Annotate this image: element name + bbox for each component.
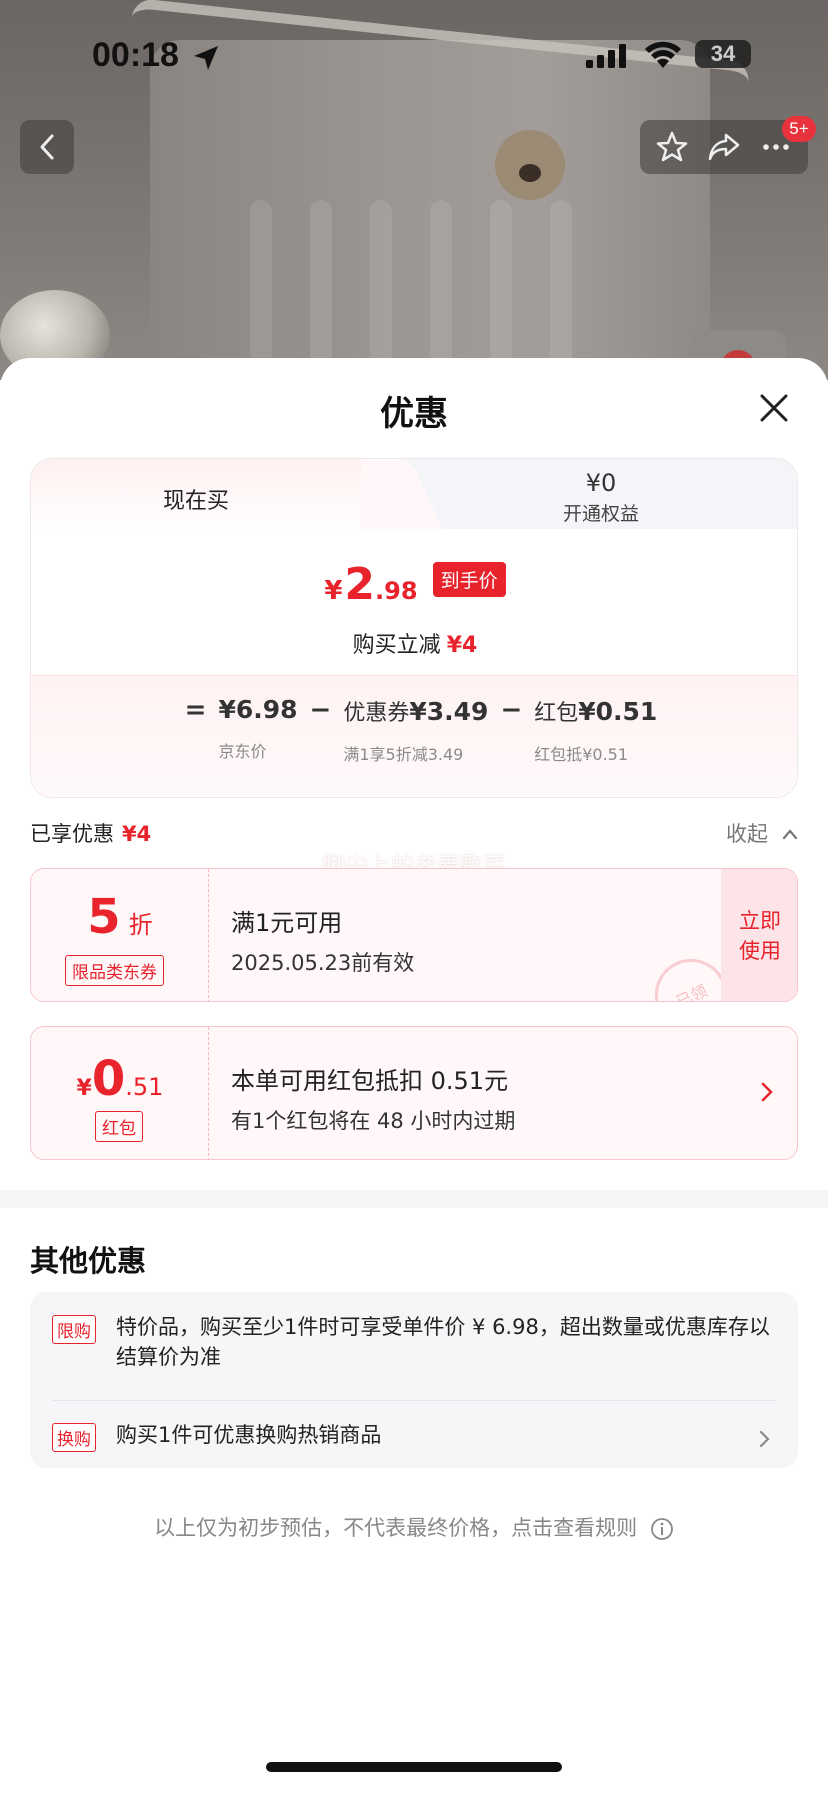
enjoyed-discount-label: 已享优惠 xyxy=(30,822,114,846)
chevron-up-icon xyxy=(782,829,797,840)
formula-coupon-value: ¥3.49 xyxy=(409,697,489,726)
final-price-integer: 2 xyxy=(344,559,376,610)
redpacket-decimal: .51 xyxy=(125,1073,164,1101)
redpacket-value-area: ¥0.51 红包 xyxy=(31,1027,209,1159)
message-count-badge: 5+ xyxy=(782,116,816,142)
redpacket-value: ¥0.51 xyxy=(31,1051,209,1107)
chevron-left-icon xyxy=(40,134,54,160)
basket-rib xyxy=(370,200,392,380)
formula-redpacket-label: 红包 xyxy=(534,701,579,726)
final-price-currency: ¥ xyxy=(324,576,343,606)
estimate-footnote-text: 以上仅为初步预估，不代表最终价格，点击查看规则 xyxy=(154,1516,638,1540)
section-divider xyxy=(0,1190,828,1208)
close-icon[interactable] xyxy=(754,388,794,428)
battery-level: 34 xyxy=(710,41,736,66)
collapse-label: 收起 xyxy=(726,822,768,846)
info-icon[interactable] xyxy=(650,1517,674,1541)
location-arrow-icon xyxy=(194,46,218,70)
sheet-title: 优惠 xyxy=(380,394,448,434)
home-indicator[interactable] xyxy=(266,1762,562,1772)
estimate-footnote[interactable]: 以上仅为初步预估，不代表最终价格，点击查看规则 xyxy=(0,1512,828,1542)
chevron-right-icon xyxy=(759,1430,770,1448)
basket-rib xyxy=(310,200,332,380)
tab-membership-label[interactable]: 开通权益 xyxy=(431,499,771,526)
coupon-condition: 满1元可用 xyxy=(231,909,343,937)
exchange-purchase-tag: 换购 xyxy=(52,1423,96,1452)
tab-buy-now-label: 现在买 xyxy=(162,489,229,514)
formula-equals: = xyxy=(184,695,207,725)
discount-bottom-sheet: 优惠 现在买 ¥0 开通权益 ¥ 2 .98 到手价 购买立减 ¥4 = ¥6.9… xyxy=(0,358,828,1795)
status-time: 00:18 xyxy=(92,36,179,74)
coupon-card-discount: 5折 限品类东券 满1元可用 2025.05.23前有效 已领 立即使用 xyxy=(30,868,798,1002)
formula-redpacket-sub: 红包抵¥0.51 xyxy=(534,745,629,764)
enjoyed-discount: 已享优惠 ¥4 xyxy=(30,818,151,848)
cellular-signal-icon xyxy=(586,44,626,68)
instant-reduction: 购买立减 ¥4 xyxy=(31,627,797,659)
formula-coupon: 优惠券¥3.49 满1享5折减3.49 xyxy=(343,695,488,765)
coupon-value-number: 5 xyxy=(87,889,121,945)
basket-rib xyxy=(250,200,272,380)
back-button[interactable] xyxy=(20,120,74,174)
use-now-button[interactable]: 立即使用 xyxy=(721,869,797,1001)
formula-jd-price-sub: 京东价 xyxy=(218,742,267,761)
battery-icon: 34 xyxy=(695,40,751,68)
dog-ornament xyxy=(495,130,565,200)
redpacket-title: 本单可用红包抵扣 0.51元 xyxy=(231,1067,509,1095)
price-breakdown-card: 现在买 ¥0 开通权益 ¥ 2 .98 到手价 购买立减 ¥4 = ¥6.98 京… xyxy=(30,458,798,798)
basket-rib xyxy=(550,200,572,380)
formula-redpacket: 红包¥0.51 红包抵¥0.51 xyxy=(534,695,657,765)
formula-minus: − xyxy=(500,695,523,725)
price-formula: = ¥6.98 京东价 − 优惠券¥3.49 满1享5折减3.49 − 红包¥0… xyxy=(31,695,797,765)
final-price-decimal: .98 xyxy=(375,577,418,605)
coupon-type-label: 限品类东券 xyxy=(65,955,164,986)
formula-coupon-sub: 满1享5折减3.49 xyxy=(343,745,464,764)
final-price: ¥ 2 .98 到手价 xyxy=(31,559,797,610)
status-bar: 00:18 34 xyxy=(0,0,828,110)
other-discounts-box: 限购 特价品，购买至少1件时可享受单件价 ¥ 6.98，超出数量或优惠库存以结算… xyxy=(30,1292,798,1468)
basket-rib xyxy=(490,200,512,380)
exchange-purchase-text: 购买1件可优惠换购热销商品 xyxy=(116,1423,382,1447)
instant-reduction-amount: ¥4 xyxy=(446,633,478,658)
redpacket-currency: ¥ xyxy=(76,1076,92,1101)
other-discounts-title: 其他优惠 xyxy=(30,1244,147,1278)
formula-minus: − xyxy=(309,695,332,725)
use-now-label: 立即使用 xyxy=(739,909,781,963)
formula-jd-price: ¥6.98 京东价 xyxy=(218,695,297,762)
limit-purchase-text: 特价品，购买至少1件时可享受单件价 ¥ 6.98，超出数量或优惠库存以结算价为准 xyxy=(116,1315,770,1369)
chevron-right-icon xyxy=(761,1082,773,1102)
redpacket-type-label: 红包 xyxy=(95,1111,143,1142)
redpacket-expiry-note: 有1个红包将在 48 小时内过期 xyxy=(231,1109,516,1133)
row-separator xyxy=(52,1400,776,1401)
formula-coupon-label: 优惠券 xyxy=(343,701,410,726)
basket-rib xyxy=(430,200,452,380)
coupon-value-area: 5折 限品类东券 xyxy=(31,869,209,1001)
formula-jd-price-value: ¥6.98 xyxy=(218,695,298,724)
coupon-value: 5折 xyxy=(31,889,209,945)
coupon-card-redpacket[interactable]: ¥0.51 红包 本单可用红包抵扣 0.51元 有1个红包将在 48 小时内过期 xyxy=(30,1026,798,1160)
coupon-value-unit: 折 xyxy=(128,911,153,939)
limit-purchase-tag: 限购 xyxy=(52,1315,96,1344)
coupon-validity: 2025.05.23前有效 xyxy=(231,951,415,975)
formula-redpacket-value: ¥0.51 xyxy=(578,697,658,726)
wifi-icon xyxy=(645,41,681,68)
redpacket-integer: 0 xyxy=(91,1051,126,1107)
star-favorite-icon[interactable] xyxy=(655,130,689,164)
share-icon[interactable] xyxy=(707,130,741,164)
tab-membership-price[interactable]: ¥0 xyxy=(431,469,771,497)
collapse-toggle[interactable]: 收起 xyxy=(726,818,799,848)
enjoyed-discount-amount: ¥4 xyxy=(122,822,152,846)
final-price-tag: 到手价 xyxy=(432,562,506,597)
instant-reduction-label: 购买立减 xyxy=(352,633,441,658)
